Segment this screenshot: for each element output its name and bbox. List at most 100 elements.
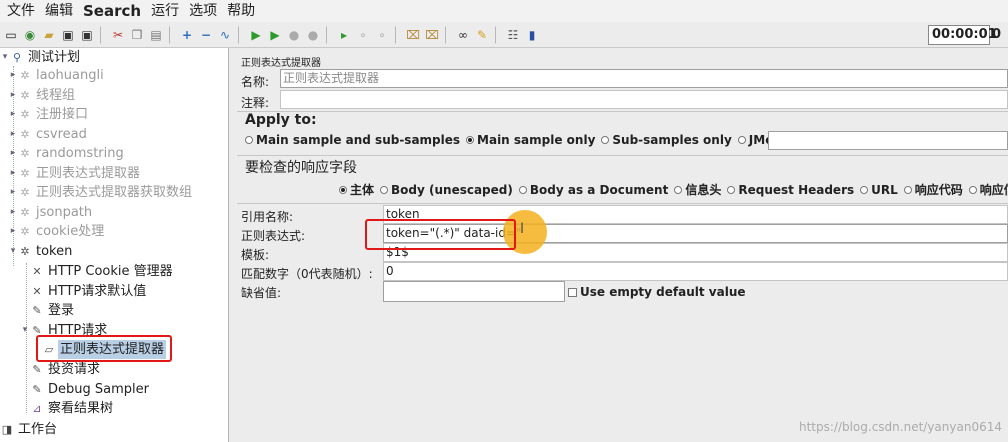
templates-icon[interactable]: ◉ (21, 26, 39, 44)
collapsed-toggle-icon[interactable]: ▸ (8, 125, 18, 144)
radio-response-message[interactable]: 响应信息 (968, 181, 1008, 198)
radio-sub-only[interactable]: Sub-samples only (601, 133, 732, 147)
radio-response-code[interactable]: 响应代码 (903, 181, 963, 198)
radio-url[interactable]: URL (860, 183, 898, 197)
pen-icon: ✎ (32, 363, 42, 376)
cut-icon[interactable]: ✂ (109, 26, 127, 44)
jmeter-variable-field[interactable] (768, 131, 1008, 150)
radio-main-and-sub[interactable]: Main sample and sub-samples (245, 133, 460, 147)
remote-exit-icon[interactable]: ∘ (373, 26, 391, 44)
radio-label: Body (unescaped) (391, 182, 513, 197)
clear-icon[interactable]: ⌧ (404, 26, 422, 44)
tree-root[interactable]: ▾ ⚲ 测试计划 (0, 48, 82, 67)
help-icon[interactable]: ▮ (523, 26, 541, 44)
tree-item-cookie[interactable]: ▸ ✲ cookie处理 (8, 222, 106, 241)
open-icon[interactable]: ▰ (40, 26, 58, 44)
tree-item-regex-extractor[interactable]: ▸ ✲ 正则表达式提取器 (8, 164, 142, 183)
use-empty-default-option[interactable]: Use empty default value (568, 285, 746, 299)
tree-item-regex-extractor-array[interactable]: ▸ ✲ 正则表达式提取器获取数组 (8, 183, 194, 202)
clear-all-icon[interactable]: ⌧ (423, 26, 441, 44)
search-icon[interactable]: ∞ (454, 26, 472, 44)
radio-main-only[interactable]: Main sample only (466, 133, 595, 147)
tree-item-jsonpath[interactable]: ▸ ✲ jsonpath (8, 203, 94, 222)
tree-item-token[interactable]: ▾ ✲ token (8, 242, 74, 261)
start-icon[interactable]: ▶ (247, 26, 265, 44)
radio-body-as-document[interactable]: Body as a Document (518, 183, 668, 197)
use-empty-default-checkbox[interactable] (568, 287, 577, 297)
collapsed-toggle-icon[interactable]: ▸ (8, 222, 18, 241)
expand-toggle-icon[interactable]: ▾ (20, 321, 30, 340)
radio-button[interactable] (601, 136, 610, 144)
radio-button[interactable] (380, 185, 389, 194)
expand-toggle-icon[interactable]: ▾ (0, 48, 10, 67)
tree-item-csvread[interactable]: ▸ ✲ csvread (8, 125, 89, 144)
radio-body[interactable]: 主体 (339, 181, 374, 198)
tree-item-cookie-manager[interactable]: ✕ HTTP Cookie 管理器 (30, 262, 175, 281)
function-helper-icon[interactable]: ☷ (504, 26, 522, 44)
menu-file[interactable]: 文件 (2, 0, 40, 22)
save-icon[interactable]: ▣ (59, 26, 77, 44)
expand-icon[interactable]: + (178, 26, 196, 44)
radio-button[interactable] (245, 136, 253, 144)
name-label: 名称: (241, 75, 270, 89)
radio-button-selected[interactable] (466, 136, 475, 144)
collapse-icon[interactable]: − (197, 26, 215, 44)
collapsed-toggle-icon[interactable]: ▸ (8, 105, 18, 124)
new-icon[interactable]: ▭ (2, 26, 20, 44)
radio-button[interactable] (674, 185, 683, 194)
use-empty-default-label: Use empty default value (580, 285, 746, 299)
tree-item-label: cookie处理 (36, 224, 105, 239)
match-number-field[interactable]: 0 (383, 262, 1008, 281)
radio-request-headers[interactable]: Request Headers (727, 183, 854, 197)
tree-item-thread-group[interactable]: ▸ ✲ 线程组 (8, 86, 77, 105)
collapsed-toggle-icon[interactable]: ▸ (8, 86, 18, 105)
paste-icon[interactable]: ▤ (147, 26, 165, 44)
save-as-icon[interactable]: ▣ (78, 26, 96, 44)
menu-edit[interactable]: 编辑 (40, 0, 78, 22)
remote-stop-icon[interactable]: ∘ (354, 26, 372, 44)
radio-button[interactable] (727, 185, 736, 194)
radio-button[interactable] (903, 185, 912, 194)
tree-item-randomstring[interactable]: ▸ ✲ randomstring (8, 144, 126, 163)
shutdown-icon[interactable]: ● (304, 26, 322, 44)
tree-item-http-defaults[interactable]: ✕ HTTP请求默认值 (30, 282, 148, 301)
expand-toggle-icon[interactable]: ▾ (8, 242, 18, 261)
tree-item-invest-request[interactable]: ✎ 投资请求 (30, 360, 102, 379)
toggle-icon[interactable]: ∿ (216, 26, 234, 44)
comment-field[interactable] (280, 90, 1008, 109)
tree-item-laohuangli[interactable]: ▸ ✲ laohuangli (8, 66, 106, 85)
menu-help[interactable]: 帮助 (222, 0, 260, 22)
radio-label: Request Headers (738, 182, 855, 197)
radio-button-selected[interactable] (339, 185, 347, 194)
pen-icon: ✎ (32, 383, 42, 396)
name-field[interactable]: 正则表达式提取器 (280, 69, 1008, 88)
collapsed-toggle-icon[interactable]: ▸ (8, 203, 18, 222)
chart-icon: ⊿ (32, 402, 42, 415)
collapsed-toggle-icon[interactable]: ▸ (8, 66, 18, 85)
tree-item-view-results-tree[interactable]: ⊿ 察看结果树 (30, 399, 115, 418)
tree-item-login[interactable]: ✎ 登录 (30, 301, 76, 320)
collapsed-toggle-icon[interactable]: ▸ (8, 144, 18, 163)
remote-start-icon[interactable]: ▸ (335, 26, 353, 44)
menu-options[interactable]: 选项 (184, 0, 222, 22)
tree-item-label: token (36, 244, 73, 259)
radio-button[interactable] (737, 136, 746, 144)
start-no-pause-icon[interactable]: ▶ (266, 26, 284, 44)
default-value-field[interactable] (383, 281, 565, 302)
tree-item-debug-sampler[interactable]: ✎ Debug Sampler (30, 380, 151, 399)
collapsed-toggle-icon[interactable]: ▸ (8, 164, 18, 183)
menu-search[interactable]: Search (78, 0, 146, 22)
menu-run[interactable]: 运行 (146, 0, 184, 22)
collapsed-toggle-icon[interactable]: ▸ (8, 183, 18, 202)
radio-button[interactable] (860, 185, 869, 194)
tree-item-workbench[interactable]: ◨ 工作台 (0, 420, 59, 439)
radio-response-headers[interactable]: 信息头 (674, 181, 721, 198)
test-plan-icon: ⚲ (12, 51, 22, 64)
tree-item-register-api[interactable]: ▸ ✲ 注册接口 (8, 105, 90, 124)
radio-button[interactable] (518, 185, 527, 194)
stop-icon[interactable]: ● (285, 26, 303, 44)
copy-icon[interactable]: ❐ (128, 26, 146, 44)
radio-body-unescaped[interactable]: Body (unescaped) (380, 183, 513, 197)
radio-button[interactable] (968, 185, 977, 194)
reset-search-icon[interactable]: ✎ (473, 26, 491, 44)
